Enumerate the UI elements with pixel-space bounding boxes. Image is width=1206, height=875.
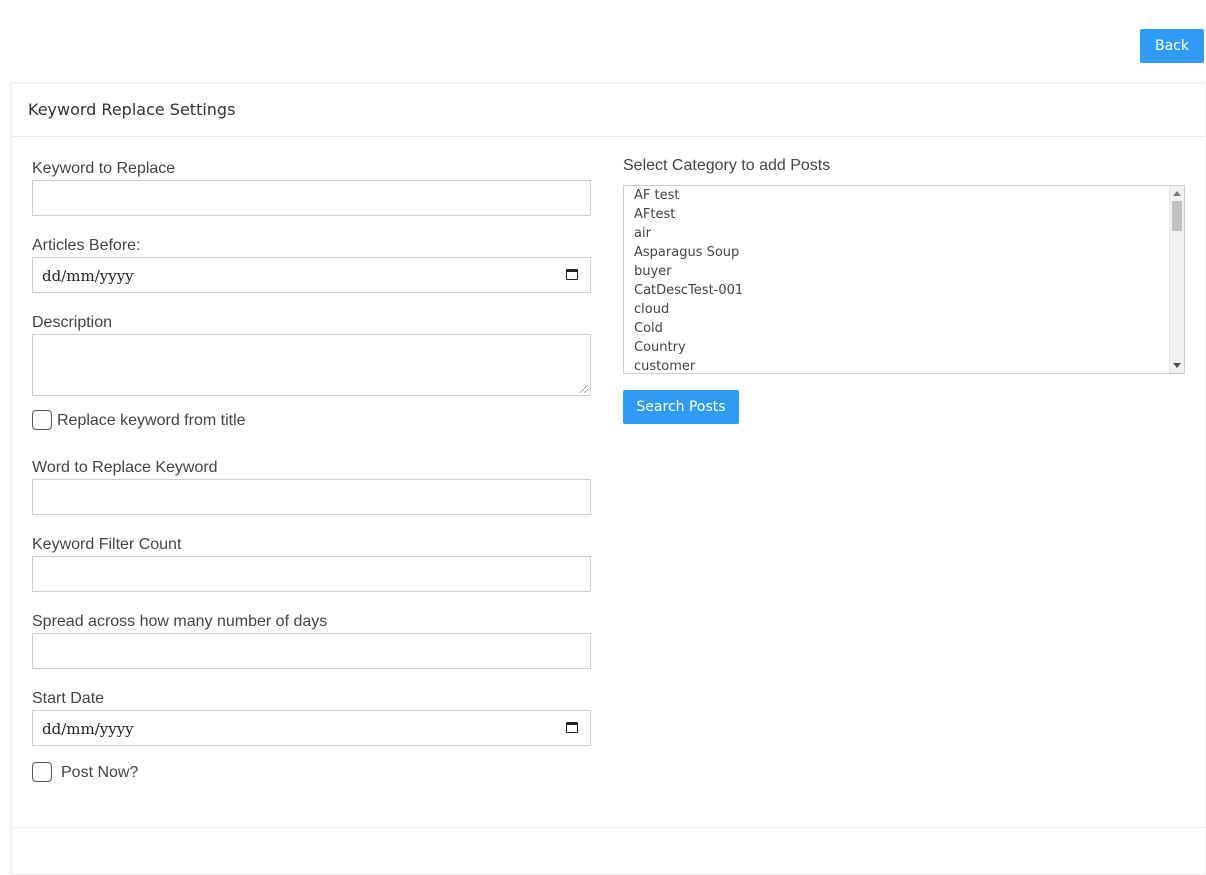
spread-days-label: Spread across how many number of days (32, 613, 328, 630)
replace-keyword-from-title-label: Replace keyword from title (57, 412, 246, 429)
category-option[interactable]: AFtest (634, 207, 675, 222)
keyword-to-replace-label: Keyword to Replace (32, 160, 176, 177)
articles-before-date-input[interactable]: dd/mm/yyyy (32, 257, 591, 293)
replace-keyword-from-title-checkbox[interactable] (32, 410, 52, 430)
category-option[interactable]: Country (634, 340, 686, 355)
keyword-replace-settings-card: Keyword Replace Settings Keyword to Repl… (11, 83, 1206, 875)
category-option[interactable]: air (634, 226, 651, 241)
word-to-replace-keyword-label: Word to Replace Keyword (32, 459, 218, 476)
search-posts-button[interactable]: Search Posts (623, 390, 739, 424)
card-title: Keyword Replace Settings (28, 100, 236, 119)
calendar-icon[interactable] (566, 722, 578, 733)
select-category-label: Select Category to add Posts (623, 157, 831, 174)
keyword-filter-count-input[interactable] (32, 556, 591, 592)
spread-days-input[interactable] (32, 633, 591, 669)
calendar-icon[interactable] (566, 269, 578, 280)
resize-handle-icon[interactable] (580, 385, 588, 393)
keyword-filter-count-label: Keyword Filter Count (32, 536, 182, 553)
card-header: Keyword Replace Settings (12, 84, 1205, 137)
category-option[interactable]: buyer (634, 264, 672, 279)
keyword-to-replace-input[interactable] (32, 180, 591, 216)
category-option[interactable]: Asparagus Soup (634, 245, 739, 260)
start-date-input[interactable]: dd/mm/yyyy (32, 710, 591, 746)
start-date-label: Start Date (32, 690, 105, 707)
category-listbox[interactable]: AF test AFtest air Asparagus Soup buyer … (623, 185, 1185, 374)
category-option[interactable]: cloud (634, 302, 669, 317)
description-label: Description (32, 314, 113, 331)
scroll-down-arrow-icon[interactable] (1173, 363, 1181, 368)
description-textarea[interactable] (32, 334, 591, 396)
post-now-checkbox[interactable] (32, 762, 52, 782)
post-now-label: Post Now? (61, 764, 139, 781)
scroll-up-arrow-icon[interactable] (1173, 191, 1181, 196)
word-to-replace-keyword-input[interactable] (32, 479, 591, 515)
articles-before-date-placeholder: dd/mm/yyyy (42, 267, 134, 285)
category-option[interactable]: AF test (634, 188, 679, 203)
card-footer-divider (12, 827, 1205, 828)
category-option[interactable]: Cold (634, 321, 663, 336)
category-option[interactable]: customer (634, 359, 695, 373)
scrollbar-thumb[interactable] (1172, 201, 1182, 231)
articles-before-label: Articles Before: (32, 237, 141, 254)
category-option[interactable]: CatDescTest-001 (634, 283, 743, 298)
back-button[interactable]: Back (1140, 29, 1204, 63)
start-date-placeholder: dd/mm/yyyy (42, 720, 134, 738)
category-scrollbar[interactable] (1169, 186, 1184, 373)
